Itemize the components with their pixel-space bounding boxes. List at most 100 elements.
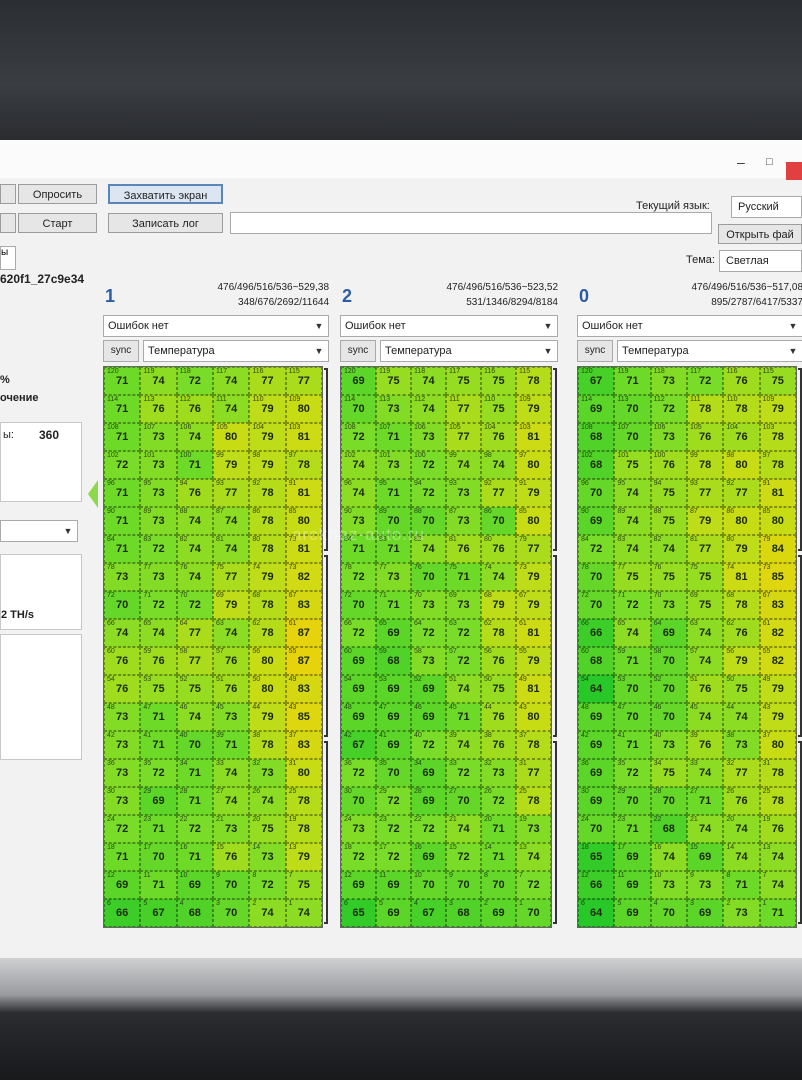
chip-temp-cell[interactable]: 76 70 — [411, 563, 446, 591]
chip-temp-cell[interactable]: 92 77 — [723, 479, 760, 507]
chip-temp-cell[interactable]: 86 80 — [723, 507, 760, 535]
chip-temp-cell[interactable]: 118 73 — [650, 367, 687, 395]
chip-temp-cell[interactable]: 81 77 — [686, 535, 724, 563]
chip-temp-cell[interactable]: 22 68 — [650, 815, 687, 843]
chip-temp-cell[interactable]: 17 72 — [376, 843, 411, 871]
chip-temp-cell[interactable]: 62 78 — [481, 619, 516, 647]
chip-temp-cell[interactable]: 111 77 — [446, 395, 481, 423]
chip-temp-cell[interactable]: 77 73 — [140, 563, 177, 591]
chip-temp-cell[interactable]: 60 68 — [578, 647, 615, 675]
chip-temp-cell[interactable]: 3 70 — [212, 899, 250, 927]
chip-temp-cell[interactable]: 7 72 — [516, 871, 551, 899]
chip-temp-cell[interactable]: 29 72 — [376, 787, 411, 815]
chip-temp-cell[interactable]: 59 71 — [614, 647, 651, 675]
chip-temp-cell[interactable]: 24 70 — [578, 815, 615, 843]
chip-temp-cell[interactable]: 25 78 — [516, 787, 551, 815]
chip-temp-cell[interactable]: 66 66 — [578, 619, 615, 647]
chip-temp-cell[interactable]: 10 73 — [650, 871, 687, 899]
chip-temp-cell[interactable]: 109 79 — [516, 395, 551, 423]
chip-temp-cell[interactable]: 19 78 — [285, 815, 322, 843]
chip-temp-cell[interactable]: 67 83 — [285, 591, 322, 619]
chip-temp-cell[interactable]: 86 70 — [481, 507, 516, 535]
chip-temp-cell[interactable]: 111 78 — [686, 395, 724, 423]
chip-temp-cell[interactable]: 117 74 — [212, 367, 250, 395]
chip-temp-cell[interactable]: 35 72 — [614, 759, 651, 787]
chip-temp-cell[interactable]: 103 78 — [759, 423, 796, 451]
chip-temp-cell[interactable]: 56 79 — [723, 647, 760, 675]
chip-temp-cell[interactable]: 87 73 — [446, 507, 481, 535]
chip-temp-cell[interactable]: 91 81 — [759, 479, 796, 507]
chip-temp-cell[interactable]: 83 72 — [140, 535, 177, 563]
chip-temp-cell[interactable]: 20 74 — [723, 815, 760, 843]
chip-temp-cell[interactable]: 64 72 — [411, 619, 446, 647]
chip-temp-cell[interactable]: 82 74 — [176, 535, 213, 563]
chip-temp-cell[interactable]: 96 71 — [104, 479, 141, 507]
chip-temp-cell[interactable]: 80 78 — [249, 535, 286, 563]
chip-temp-cell[interactable]: 113 76 — [140, 395, 177, 423]
chip-temp-cell[interactable]: 3 69 — [686, 899, 724, 927]
chip-temp-cell[interactable]: 87 79 — [686, 507, 724, 535]
chip-temp-cell[interactable]: 51 76 — [212, 675, 250, 703]
chip-temp-cell[interactable]: 37 83 — [285, 731, 322, 759]
chip-temp-cell[interactable]: 16 74 — [650, 843, 687, 871]
chip-temp-cell[interactable]: 52 70 — [650, 675, 687, 703]
chip-temp-cell[interactable]: 20 75 — [249, 815, 286, 843]
chip-temp-cell[interactable]: 110 78 — [723, 395, 760, 423]
chip-temp-cell[interactable]: 17 70 — [140, 843, 177, 871]
chip-temp-cell[interactable]: 31 78 — [759, 759, 796, 787]
chip-temp-cell[interactable]: 13 74 — [759, 843, 796, 871]
chip-temp-cell[interactable]: 15 76 — [212, 843, 250, 871]
chip-temp-cell[interactable]: 26 76 — [723, 787, 760, 815]
chip-temp-cell[interactable]: 100 71 — [176, 451, 213, 479]
chip-temp-cell[interactable]: 44 79 — [249, 703, 286, 731]
chip-temp-cell[interactable]: 76 75 — [650, 563, 687, 591]
chip-temp-cell[interactable]: 47 69 — [376, 703, 411, 731]
chip-temp-cell[interactable]: 61 82 — [759, 619, 796, 647]
chip-temp-cell[interactable]: 44 74 — [723, 703, 760, 731]
tab-left[interactable]: ы — [0, 246, 16, 270]
chip-temp-cell[interactable]: 61 81 — [516, 619, 551, 647]
chip-temp-cell[interactable]: 57 76 — [212, 647, 250, 675]
chip-temp-cell[interactable]: 76 74 — [176, 563, 213, 591]
chip-temp-cell[interactable]: 40 72 — [411, 731, 446, 759]
capture-screen-button[interactable]: Захватить экран — [108, 184, 223, 204]
chip-temp-cell[interactable]: 50 75 — [481, 675, 516, 703]
left-select[interactable]: ▼ — [0, 520, 78, 542]
chip-temp-cell[interactable]: 59 68 — [376, 647, 411, 675]
chip-temp-cell[interactable]: 113 73 — [376, 395, 411, 423]
chip-temp-cell[interactable]: 53 69 — [376, 675, 411, 703]
chip-temp-cell[interactable]: 41 69 — [376, 731, 411, 759]
chip-temp-cell[interactable]: 17 69 — [614, 843, 651, 871]
chip-temp-cell[interactable]: 90 71 — [104, 507, 141, 535]
chip-temp-cell[interactable]: 69 73 — [446, 591, 481, 619]
chip-temp-cell[interactable]: 6 65 — [341, 899, 376, 927]
chip-temp-cell[interactable]: 40 73 — [650, 731, 687, 759]
mode-select[interactable]: Температура ▼ — [143, 340, 329, 362]
chip-temp-cell[interactable]: 104 76 — [481, 423, 516, 451]
chip-temp-cell[interactable]: 88 75 — [650, 507, 687, 535]
chip-temp-cell[interactable]: 67 79 — [516, 591, 551, 619]
minimize-icon[interactable]: – — [737, 154, 745, 170]
chip-temp-cell[interactable]: 48 69 — [578, 703, 615, 731]
chip-temp-cell[interactable]: 21 73 — [212, 815, 250, 843]
chip-temp-cell[interactable]: 80 76 — [481, 535, 516, 563]
chip-temp-cell[interactable]: 63 72 — [446, 619, 481, 647]
chip-temp-cell[interactable]: 7 75 — [285, 871, 322, 899]
chip-temp-cell[interactable]: 73 82 — [285, 563, 322, 591]
chip-temp-cell[interactable]: 77 73 — [376, 563, 411, 591]
chip-temp-cell[interactable]: 70 73 — [411, 591, 446, 619]
chip-temp-cell[interactable]: 52 75 — [176, 675, 213, 703]
chip-temp-cell[interactable]: 60 76 — [104, 647, 141, 675]
chip-temp-cell[interactable]: 7 74 — [759, 871, 796, 899]
chip-temp-cell[interactable]: 46 70 — [650, 703, 687, 731]
chip-temp-cell[interactable]: 43 85 — [285, 703, 322, 731]
chip-temp-cell[interactable]: 86 78 — [249, 507, 286, 535]
chip-temp-cell[interactable]: 113 70 — [614, 395, 651, 423]
chip-temp-cell[interactable]: 107 70 — [614, 423, 651, 451]
chip-temp-cell[interactable]: 102 68 — [578, 451, 615, 479]
chip-temp-cell[interactable]: 55 87 — [285, 647, 322, 675]
chip-temp-cell[interactable]: 65 74 — [140, 619, 177, 647]
chip-temp-cell[interactable]: 37 78 — [516, 731, 551, 759]
chip-temp-cell[interactable]: 73 79 — [516, 563, 551, 591]
arrow-left-icon[interactable] — [88, 480, 98, 508]
